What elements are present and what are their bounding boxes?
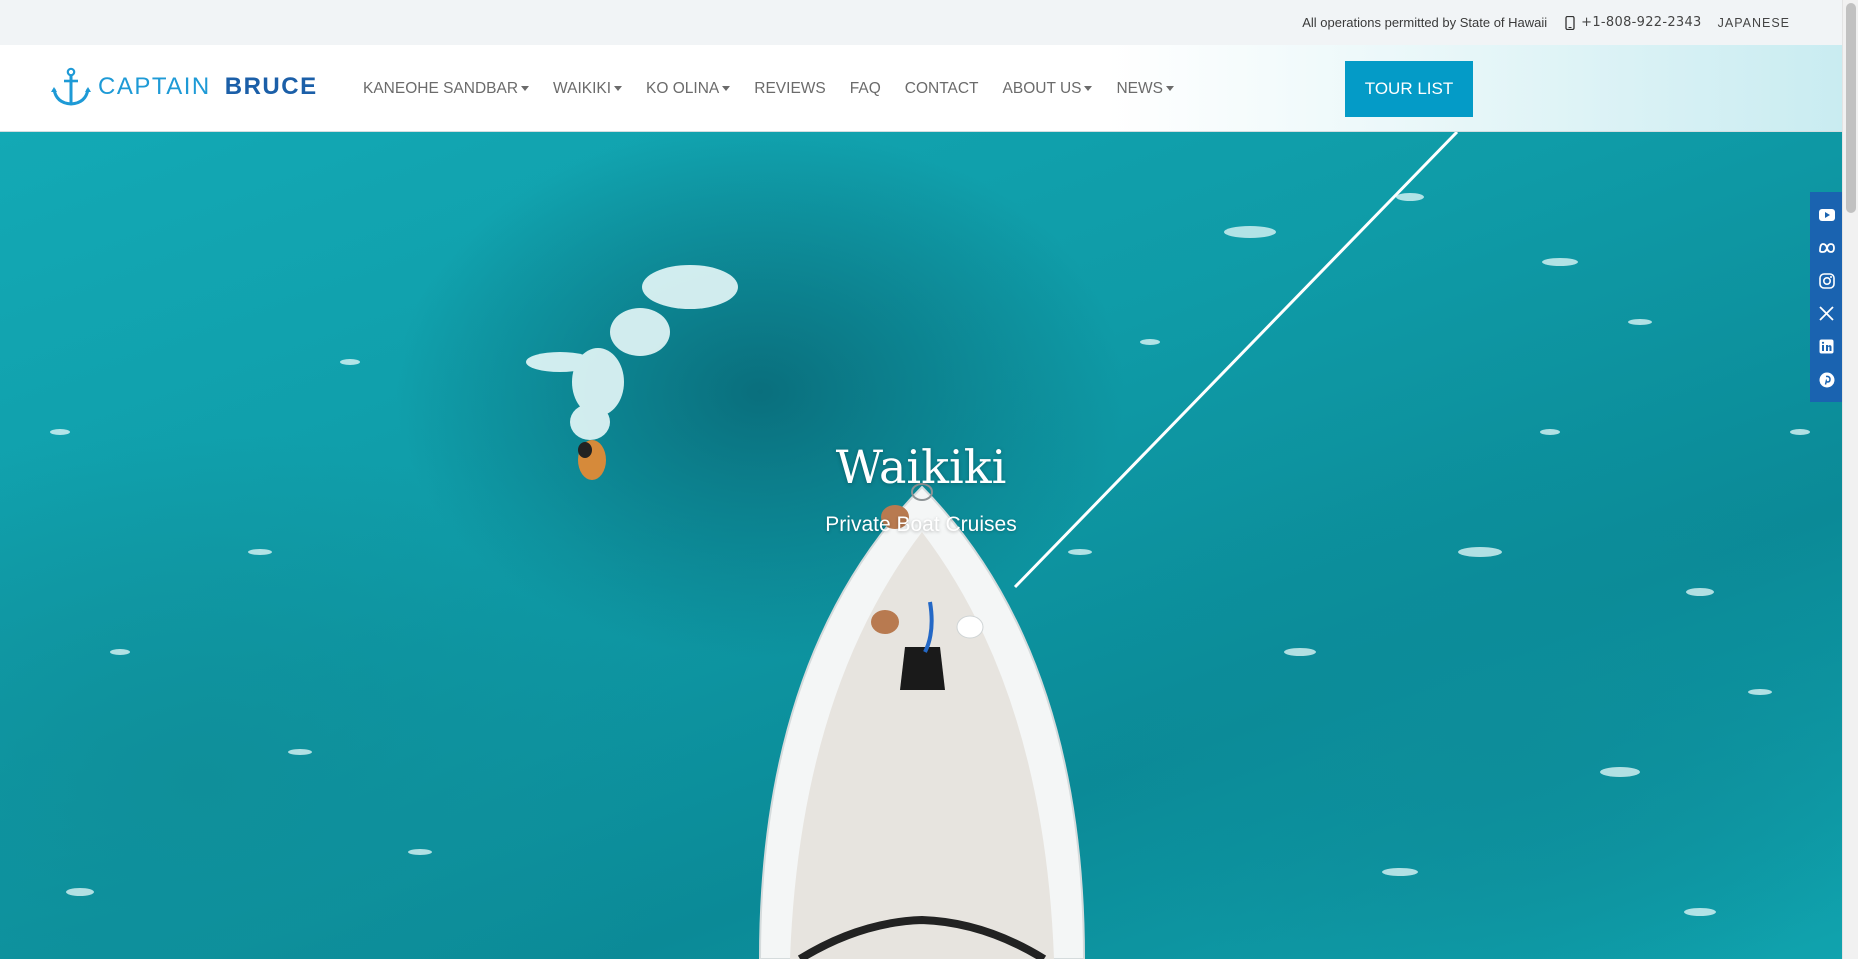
permit-notice: All operations permitted by State of Haw… xyxy=(1302,15,1548,30)
instagram-icon[interactable] xyxy=(1818,272,1836,290)
nav-label: FAQ xyxy=(849,79,881,97)
nav-label: WAIKIKI xyxy=(553,79,612,97)
caret-down-icon xyxy=(722,86,731,91)
youtube-icon[interactable] xyxy=(1818,206,1836,224)
hero-title: Waikiki xyxy=(835,440,1007,494)
caret-down-icon xyxy=(521,86,530,91)
nav-menu: KANEOHE SANDBAR WAIKIKI KO OLINA REVIEWS… xyxy=(351,45,1186,132)
main-navigation: CAPTAIN BRUCE KANEOHE SANDBAR WAIKIKI KO… xyxy=(0,45,1842,132)
mobile-phone-icon xyxy=(1565,15,1575,30)
phone-number: +1-808-922-2343 xyxy=(1581,15,1702,30)
nav-item-faq[interactable]: FAQ xyxy=(838,80,893,98)
meta-icon[interactable] xyxy=(1818,239,1836,257)
nav-item-reviews[interactable]: REVIEWS xyxy=(742,80,837,98)
nav-item-kaneohe-sandbar[interactable]: KANEOHE SANDBAR xyxy=(351,80,541,98)
page-scrollbar[interactable] xyxy=(1842,0,1858,959)
caret-down-icon xyxy=(614,86,623,91)
caret-down-icon xyxy=(1084,86,1093,91)
hero-banner: Waikiki Private Boat Cruises xyxy=(0,132,1842,959)
nav-item-news[interactable]: NEWS xyxy=(1104,80,1186,98)
nav-label: NEWS xyxy=(1116,79,1163,97)
nav-label: REVIEWS xyxy=(754,79,826,97)
logo-text-captain: CAPTAIN xyxy=(98,73,211,100)
scrollbar-thumb[interactable] xyxy=(1846,3,1856,213)
nav-label: KO OLINA xyxy=(646,79,720,97)
ocean-boat-image xyxy=(50,132,1810,959)
site-logo[interactable]: CAPTAIN BRUCE xyxy=(50,67,318,107)
top-utility-bar: All operations permitted by State of Haw… xyxy=(0,0,1842,45)
nav-item-about-us[interactable]: ABOUT US xyxy=(991,80,1105,98)
phone-link[interactable]: +1-808-922-2343 xyxy=(1565,15,1701,30)
social-sidebar xyxy=(1810,192,1843,402)
nav-label: CONTACT xyxy=(904,79,979,97)
anchor-icon xyxy=(51,67,91,106)
caret-down-icon xyxy=(1165,86,1174,91)
nav-item-contact[interactable]: CONTACT xyxy=(893,80,991,98)
nav-label: KANEOHE SANDBAR xyxy=(363,79,519,97)
pinterest-icon[interactable] xyxy=(1818,371,1836,389)
x-icon[interactable] xyxy=(1818,305,1836,323)
nav-item-waikiki[interactable]: WAIKIKI xyxy=(541,80,634,98)
tour-list-button[interactable]: TOUR LIST xyxy=(1345,61,1473,117)
nav-item-ko-olina[interactable]: KO OLINA xyxy=(634,80,742,98)
nav-label: ABOUT US xyxy=(1002,79,1082,97)
linkedin-icon[interactable] xyxy=(1818,338,1836,356)
hero-subtitle: Private Boat Cruises xyxy=(825,513,1017,536)
language-switch[interactable]: JAPANESE xyxy=(1718,16,1790,30)
logo-text-bruce: BRUCE xyxy=(224,73,318,100)
